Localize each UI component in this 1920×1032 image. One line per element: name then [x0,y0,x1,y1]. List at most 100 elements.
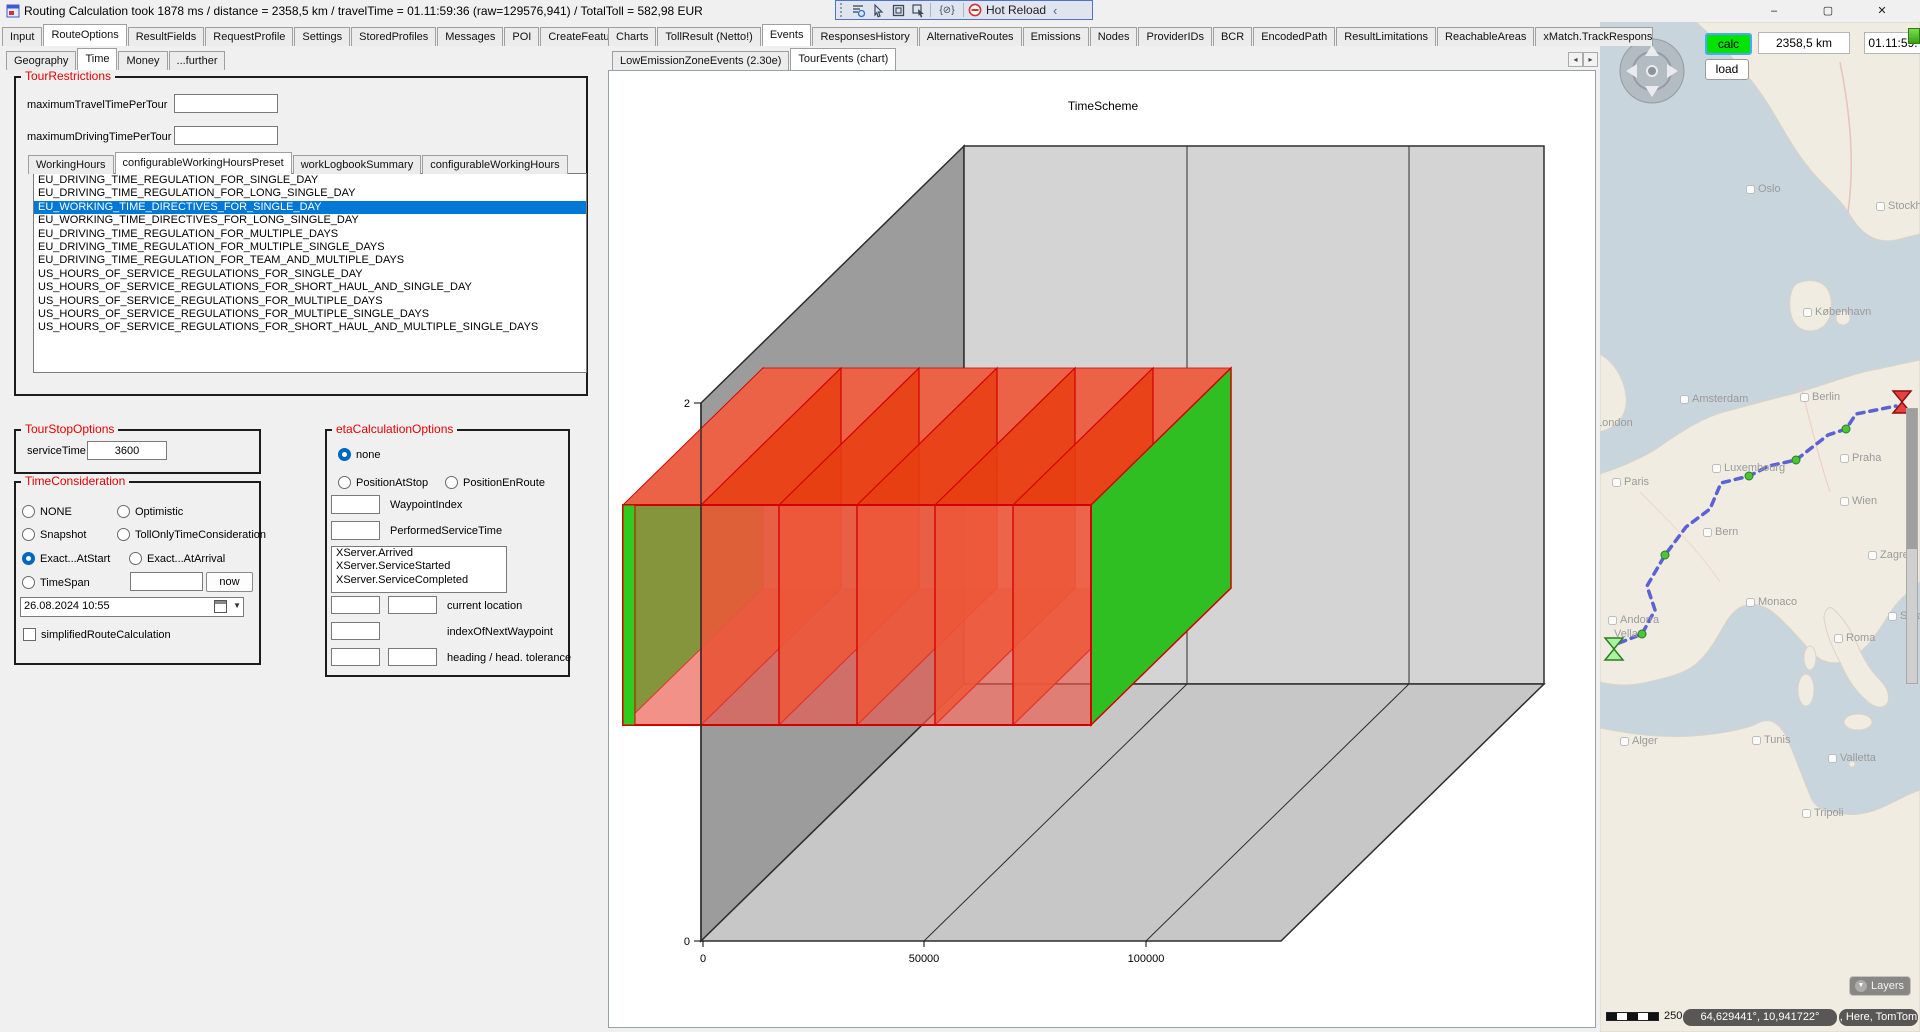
current-location-y-input[interactable] [388,596,437,614]
map-zoom-slider[interactable] [1906,408,1918,684]
performed-service-input[interactable] [331,521,380,540]
radio-eta-none[interactable] [338,448,351,461]
show-output-icon[interactable] [850,3,866,18]
tab-routeoptions[interactable]: RouteOptions [43,24,126,46]
list-item[interactable]: EU_DRIVING_TIME_REGULATION_FOR_TEAM_AND_… [34,254,586,267]
current-location-x-input[interactable] [331,596,380,614]
maximize-button[interactable]: ▢ [1801,0,1855,22]
index-next-waypoint-input[interactable] [331,622,380,640]
radio-exact-at-start[interactable] [22,552,35,565]
tab-time[interactable]: Time [77,48,117,70]
minimize-button[interactable]: – [1747,0,1801,22]
tab-encodedpath[interactable]: EncodedPath [1253,27,1335,46]
select-in-tree-icon[interactable] [910,3,926,18]
load-button[interactable]: load [1705,59,1749,80]
toolbar-grip[interactable] [840,3,844,17]
tab-events[interactable]: Events [762,24,812,46]
radio-toll-only[interactable] [117,528,130,541]
max-driving-time-input[interactable] [174,126,278,145]
tab-configurableworkinghours[interactable]: configurableWorkingHours [422,155,567,174]
tab-resultlimitations[interactable]: ResultLimitations [1336,27,1436,46]
map-city-label-london: London [1600,417,1633,429]
tab-workinghours[interactable]: WorkingHours [28,155,114,174]
service-time-input[interactable] [87,441,167,460]
display-layout-icon[interactable] [890,3,906,18]
calc-button[interactable]: calc [1705,33,1752,55]
list-item[interactable]: US_HOURS_OF_SERVICE_REGULATIONS_FOR_SHOR… [34,321,586,334]
list-item[interactable]: US_HOURS_OF_SERVICE_REGULATIONS_FOR_MULT… [34,308,586,321]
timespan-input[interactable] [130,572,203,591]
hot-reload-button[interactable]: Hot Reload [968,3,1046,17]
radio-position-en-route[interactable] [445,476,458,489]
tab-providerids[interactable]: ProviderIDs [1138,27,1211,46]
map-attribution: , Here, TomTom [1839,1009,1918,1026]
heading-tolerance-input[interactable] [388,648,437,666]
tab-poi[interactable]: POI [504,27,539,46]
tab-charts[interactable]: Charts [608,27,656,46]
svg-text:0: 0 [684,936,690,948]
list-item[interactable]: US_HOURS_OF_SERVICE_REGULATIONS_FOR_MULT… [34,295,586,308]
tab-money[interactable]: Money [118,51,167,70]
list-item[interactable]: US_HOURS_OF_SERVICE_REGULATIONS_FOR_SING… [34,268,586,281]
map-compass-control[interactable] [1619,38,1685,104]
list-item[interactable]: EU_WORKING_TIME_DIRECTIVES_FOR_LONG_SING… [34,214,586,227]
tab-further[interactable]: ...further [169,51,226,70]
tab-tourevents-chart[interactable]: TourEvents (chart) [790,48,896,70]
tab-createfeatu[interactable]: CreateFeatu [540,27,614,46]
list-item[interactable]: XServer.ServiceCompleted [332,574,506,587]
max-travel-time-input[interactable] [174,94,278,113]
list-item[interactable]: EU_DRIVING_TIME_REGULATION_FOR_SINGLE_DA… [34,174,586,187]
tab-responseshistory[interactable]: ResponsesHistory [812,27,917,46]
tab-reachableareas[interactable]: ReachableAreas [1437,27,1534,46]
waypoint-index-input[interactable] [331,495,380,514]
select-element-icon[interactable] [870,3,886,18]
list-item[interactable]: XServer.ServiceStarted [332,560,506,573]
radio-position-at-stop[interactable] [338,476,351,489]
radio-none[interactable] [22,505,35,518]
toolbar-overflow-chevron[interactable]: ‹ [1050,3,1060,18]
tab-lowemissionzoneevents-2-30e[interactable]: LowEmissionZoneEvents (2.30e) [612,51,789,70]
tab-nodes[interactable]: Nodes [1090,27,1138,46]
map-city-label-tunis: Tunis [1752,734,1791,746]
simplified-route-checkbox[interactable] [23,628,36,641]
tab-requestprofile[interactable]: RequestProfile [205,27,293,46]
tab-messages[interactable]: Messages [437,27,503,46]
now-button[interactable]: now [206,572,253,592]
tab-input[interactable]: Input [2,27,42,46]
working-hours-preset-list[interactable]: EU_DRIVING_TIME_REGULATION_FOR_SINGLE_DA… [33,173,587,373]
list-item[interactable]: EU_DRIVING_TIME_REGULATION_FOR_LONG_SING… [34,187,586,200]
tab-worklogbooksummary[interactable]: workLogbookSummary [293,155,422,174]
list-item[interactable]: US_HOURS_OF_SERVICE_REGULATIONS_FOR_SHOR… [34,281,586,294]
map-city-label-stockholm: Stockholm [1876,200,1920,212]
tab-bcr[interactable]: BCR [1213,27,1252,46]
tab-configurableworkinghourspreset[interactable]: configurableWorkingHoursPreset [115,152,292,174]
tab-resultfields[interactable]: ResultFields [128,27,205,46]
tab-emissions[interactable]: Emissions [1023,27,1089,46]
heading-input[interactable] [331,648,380,666]
tab-alternativeroutes[interactable]: AlternativeRoutes [919,27,1022,46]
center-subtab-scroll-right[interactable]: ▸ [1583,52,1598,67]
code-changes-icon[interactable]: {⊘} [935,3,959,18]
city-icon [1834,634,1843,643]
tab-settings[interactable]: Settings [294,27,350,46]
list-item[interactable]: EU_DRIVING_TIME_REGULATION_FOR_MULTIPLE_… [34,228,586,241]
map-panel[interactable]: OsloStockholmKøbenhavnAmsterdamBerlinLon… [1600,22,1920,1032]
xserver-event-list[interactable]: XServer.ArrivedXServer.ServiceStartedXSe… [331,546,507,593]
list-item[interactable]: EU_DRIVING_TIME_REGULATION_FOR_MULTIPLE_… [34,241,586,254]
layers-button[interactable]: ▼ Layers [1849,976,1911,996]
tab-xmatch-trackrespons[interactable]: xMatch.TrackRespons [1535,27,1653,46]
close-button[interactable]: ✕ [1855,0,1909,22]
tab-tollresult-netto[interactable]: TollResult (Netto!) [657,27,760,46]
tab-geography[interactable]: Geography [6,51,76,70]
datetime-picker[interactable]: 26.08.2024 10:55 ▼ [20,597,244,617]
radio-optimistic[interactable] [117,505,130,518]
radio-snapshot[interactable] [22,528,35,541]
distance-field[interactable]: 2358,5 km [1758,32,1850,54]
list-item[interactable]: XServer.Arrived [332,547,506,560]
center-subtab-scroll-left[interactable]: ◂ [1568,52,1583,67]
tab-storedprofiles[interactable]: StoredProfiles [351,27,436,46]
list-item[interactable]: EU_WORKING_TIME_DIRECTIVES_FOR_SINGLE_DA… [34,201,586,214]
zoom-slider-thumb[interactable] [1907,409,1917,549]
radio-timespan[interactable] [22,576,35,589]
radio-exact-at-arrival[interactable] [129,552,142,565]
